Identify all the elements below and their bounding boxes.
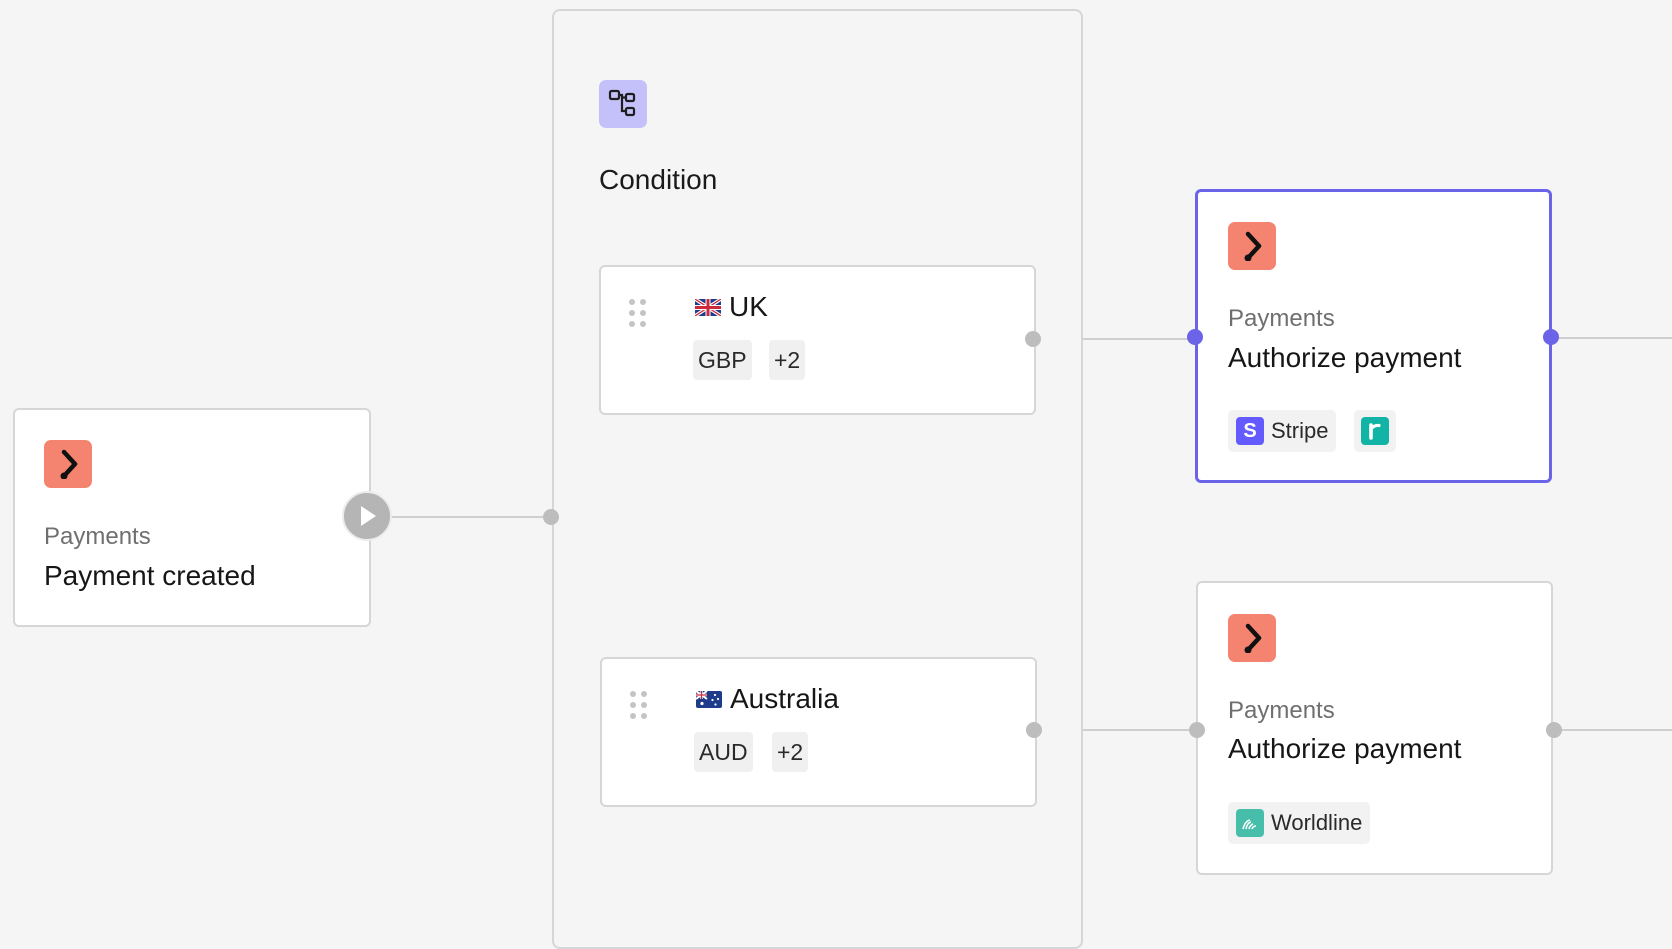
connector-trigger-to-condition (366, 516, 550, 518)
connector-action1-out (1549, 337, 1672, 339)
processor-r-icon (1361, 417, 1389, 445)
condition-title: Condition (599, 164, 718, 195)
condition-container[interactable] (552, 9, 1083, 949)
more-currencies-chip: +2 (772, 732, 809, 772)
trigger-title: Payment created (44, 560, 256, 591)
branch-uk-output-port[interactable] (1025, 331, 1041, 347)
drag-handle-icon[interactable] (630, 691, 648, 721)
action1-output-port[interactable] (1543, 329, 1559, 345)
branch-card-uk[interactable]: UK GBP +2 (599, 265, 1036, 415)
uk-flag-icon (694, 297, 722, 318)
branch-card-australia[interactable]: Australia AUD +2 (600, 657, 1037, 807)
payments-app-icon (1228, 614, 1276, 662)
australia-flag-icon (695, 690, 722, 708)
action-category: Payments (1228, 305, 1335, 332)
processor-chip-stripe: S Stripe (1228, 410, 1337, 452)
stripe-icon: S (1236, 417, 1264, 445)
worldline-icon (1236, 809, 1264, 837)
action-title: Authorize payment (1228, 342, 1462, 373)
action-category: Payments (1228, 697, 1335, 724)
play-icon[interactable] (342, 491, 392, 541)
action2-output-port[interactable] (1546, 722, 1562, 738)
currency-chip: GBP (693, 340, 752, 380)
payments-app-icon (44, 440, 92, 488)
payments-app-icon (1228, 222, 1276, 270)
branch-name-australia: Australia (730, 683, 839, 714)
processor-name: Stripe (1271, 418, 1329, 443)
action-card-authorize-stripe[interactable]: Payments Authorize payment S Stripe (1195, 189, 1552, 483)
branch-name-uk: UK (729, 291, 768, 322)
action1-input-port[interactable] (1187, 329, 1203, 345)
connector-action2-out (1553, 729, 1672, 731)
trigger-category: Payments (44, 523, 151, 550)
action-card-authorize-worldline[interactable]: Payments Authorize payment Worldline (1196, 581, 1553, 875)
processor-chip-worldline: Worldline (1228, 802, 1371, 844)
trigger-card[interactable]: Payments Payment created (13, 408, 371, 627)
action2-input-port[interactable] (1189, 722, 1205, 738)
processor-name: Worldline (1271, 810, 1363, 835)
currency-chip: AUD (694, 732, 753, 772)
condition-icon (599, 80, 647, 128)
condition-input-port[interactable] (543, 509, 559, 525)
drag-handle-icon[interactable] (629, 299, 647, 329)
more-currencies-chip: +2 (769, 340, 806, 380)
branch-australia-output-port[interactable] (1026, 722, 1042, 738)
action-title: Authorize payment (1228, 733, 1462, 764)
processor-chip-r (1354, 410, 1396, 452)
